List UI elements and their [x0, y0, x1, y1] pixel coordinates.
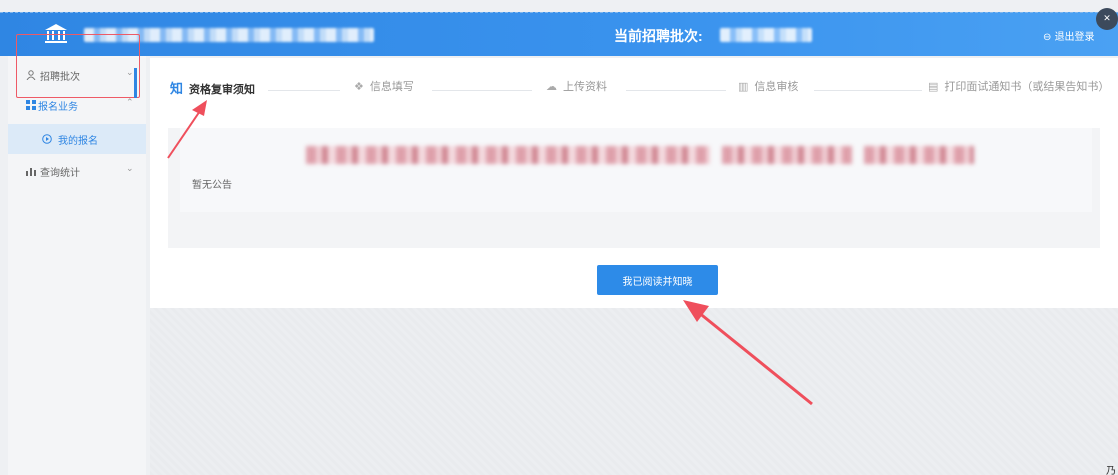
step-connector [814, 90, 922, 91]
redacted-notice-text [306, 146, 710, 164]
chevron-down-icon: ⌄ [126, 164, 134, 174]
step-upload[interactable]: ☁ 上传资料 [546, 78, 607, 94]
main-content-panel: 知资格复审须知 ❖ 信息填写 ☁ 上传资料 ▥ 信息审核 ▤ 打印面试通知书（或结果告知… [150, 58, 1118, 308]
dropbox-icon: ❖ [354, 80, 364, 93]
cloud-upload-icon: ☁ [546, 80, 557, 93]
play-circle-icon [42, 134, 52, 144]
step-label: 信息填写 [369, 80, 414, 93]
step-print-notice[interactable]: ▤ 打印面试通知书（或结果告知书） [928, 78, 1109, 94]
step-notice[interactable]: 知资格复审须知 [170, 78, 255, 97]
redacted-notice-text [722, 146, 852, 164]
sidebar-item-my-registration[interactable]: 我的报名 [8, 124, 146, 154]
step-label: 上传资料 [563, 80, 607, 93]
document-icon: ▤ [928, 80, 939, 93]
sidebar-item-label: 报名业务 [38, 102, 78, 113]
current-batch-label: 当前招聘批次: [614, 28, 703, 44]
redacted-batch-name [720, 28, 812, 42]
bar-chart-icon [26, 166, 36, 176]
acknowledge-button[interactable]: 我已阅读并知晓 [597, 265, 718, 295]
no-announcement-text: 暂无公告 [192, 180, 232, 191]
chevron-up-icon: ⌃ [126, 98, 134, 108]
close-icon[interactable]: ✕ [1096, 8, 1118, 30]
notice-step-icon: 知 [170, 82, 184, 97]
corner-glyph: 乃 [1106, 466, 1116, 475]
book-icon: ▥ [738, 80, 749, 93]
step-connector [432, 90, 532, 91]
top-header-bar: 当前招聘批次: ⊖ 退出登录 [0, 12, 1118, 56]
progress-steps: 知资格复审须知 ❖ 信息填写 ☁ 上传资料 ▥ 信息审核 ▤ 打印面试通知书（或结果告知… [150, 58, 1118, 118]
redacted-notice-text [864, 146, 974, 164]
step-label: 资格复审须知 [189, 83, 256, 96]
sidebar-item-label: 查询统计 [40, 168, 80, 179]
active-indicator [134, 68, 137, 98]
notice-area [168, 128, 1100, 248]
sidebar-item-statistics[interactable]: 查询统计 ⌄ [8, 156, 146, 186]
step-review[interactable]: ▥ 信息审核 [738, 78, 798, 94]
step-connector [268, 90, 340, 91]
logout-link[interactable]: ⊖ 退出登录 [1043, 28, 1095, 43]
step-info-fill[interactable]: ❖ 信息填写 [354, 78, 414, 94]
grid-icon [26, 100, 36, 110]
step-label: 打印面试通知书（或结果告知书） [944, 80, 1110, 93]
sidebar: 招聘批次 ⌄ 报名业务 ⌃ 我的报名 查询统计 ⌄ [8, 56, 146, 475]
empty-content-area [150, 308, 1118, 475]
step-label: 信息审核 [754, 80, 799, 93]
annotation-highlight-box [16, 34, 140, 98]
step-connector [626, 90, 726, 91]
notice-content [180, 128, 1092, 212]
sidebar-item-label: 我的报名 [58, 136, 98, 147]
